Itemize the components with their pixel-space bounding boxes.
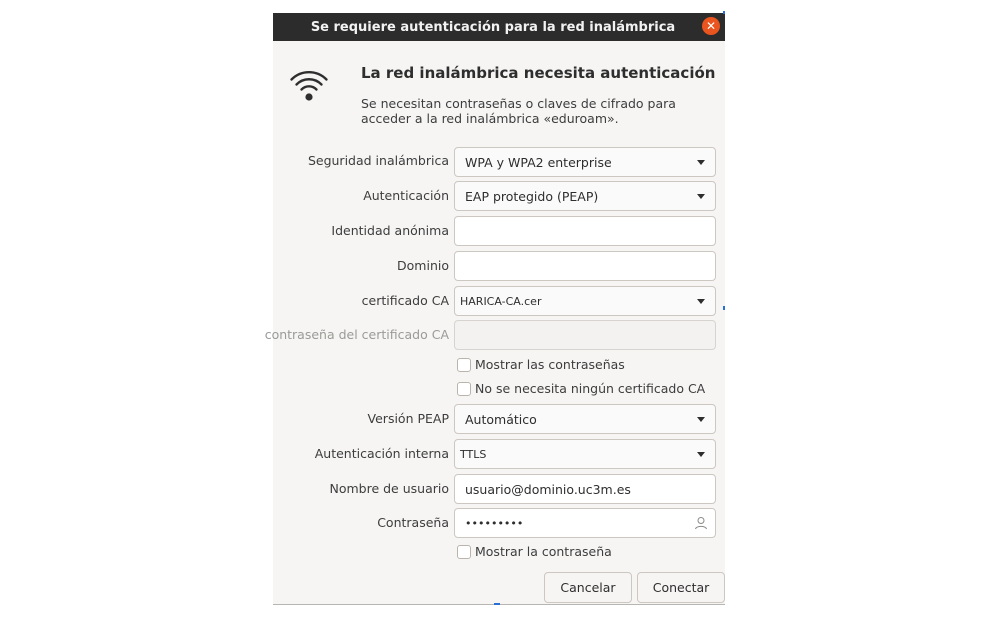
anonymous-identity-label: Identidad anónima (331, 223, 449, 238)
password-label: Contraseña (377, 515, 449, 530)
ca-password-label: contraseña del certificado CA (264, 327, 449, 342)
peap-version-value: Automático (465, 411, 537, 427)
no-ca-needed-checkbox[interactable]: No se necesita ningún certificado CA (457, 381, 705, 396)
dialog-heading: La red inalámbrica necesita autenticació… (361, 64, 716, 82)
inner-authentication-value: TTLS (460, 447, 487, 461)
checkbox-box[interactable] (457, 357, 471, 372)
chevron-down-icon (697, 194, 705, 199)
auth-dialog: Se requiere autenticación para la red in… (265, 13, 725, 605)
checkbox-box[interactable] (457, 381, 471, 396)
close-icon: ✕ (705, 19, 717, 33)
checkbox-box[interactable] (457, 544, 471, 559)
show-passwords-label: Mostrar las contraseñas (475, 357, 625, 372)
username-field[interactable]: usuario@dominio.uc3m.es (454, 474, 716, 504)
authentication-dropdown[interactable]: EAP protegido (PEAP) (454, 181, 716, 211)
ca-certificate-label: certificado CA (361, 293, 449, 308)
show-password-checkbox[interactable]: Mostrar la contraseña (457, 544, 612, 559)
show-password-label: Mostrar la contraseña (475, 544, 612, 559)
password-value: ••••••••• (465, 516, 524, 530)
username-value: usuario@dominio.uc3m.es (465, 481, 631, 497)
wireless-security-value: WPA y WPA2 enterprise (465, 154, 612, 170)
chevron-down-icon (697, 299, 705, 304)
resize-handle[interactable] (723, 11, 725, 14)
anonymous-identity-field[interactable] (454, 216, 716, 246)
domain-field[interactable] (454, 251, 716, 281)
ca-password-field (454, 320, 716, 350)
password-field[interactable]: ••••••••• (454, 508, 716, 538)
inner-authentication-label: Autenticación interna (314, 446, 449, 461)
user-icon[interactable] (693, 515, 709, 531)
dialog-description: Se necesitan contraseñas o claves de cif… (361, 96, 676, 126)
chevron-down-icon (697, 160, 705, 165)
peap-version-dropdown[interactable]: Automático (454, 404, 716, 434)
authentication-label: Autenticación (363, 188, 449, 203)
ca-certificate-dropdown[interactable]: HARICA-CA.cer (454, 286, 716, 316)
wireless-security-dropdown[interactable]: WPA y WPA2 enterprise (454, 147, 716, 177)
close-button[interactable]: ✕ (702, 17, 720, 35)
chevron-down-icon (697, 417, 705, 422)
cancel-button[interactable]: Cancelar (544, 572, 632, 603)
chevron-down-icon (697, 452, 705, 457)
wireless-security-label: Seguridad inalámbrica (307, 153, 449, 168)
authentication-value: EAP protegido (PEAP) (465, 188, 599, 204)
connect-button[interactable]: Conectar (637, 572, 725, 603)
window-title: Se requiere autenticación para la red in… (310, 19, 676, 35)
title-bar[interactable]: Se requiere autenticación para la red in… (273, 13, 725, 41)
inner-authentication-dropdown[interactable]: TTLS (454, 439, 716, 469)
show-passwords-checkbox[interactable]: Mostrar las contraseñas (457, 357, 625, 372)
resize-handle[interactable] (723, 306, 725, 310)
peap-version-label: Versión PEAP (367, 411, 449, 426)
username-label: Nombre de usuario (329, 481, 449, 496)
no-ca-needed-label: No se necesita ningún certificado CA (475, 381, 706, 396)
domain-label: Dominio (397, 258, 449, 273)
wifi-icon (290, 70, 328, 101)
ca-certificate-value: HARICA-CA.cer (460, 294, 542, 308)
resize-handle[interactable] (494, 603, 500, 605)
